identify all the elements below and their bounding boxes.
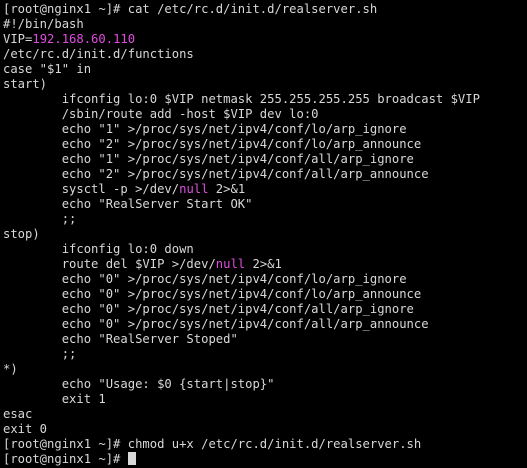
- output-line: /sbin/route add -host $VIP dev lo:0: [3, 107, 527, 122]
- output-line: echo "2" >/proc/sys/net/ipv4/conf/all/ar…: [3, 167, 527, 182]
- output-line: exit 0: [3, 422, 527, 437]
- output-line: echo "0" >/proc/sys/net/ipv4/conf/all/ar…: [3, 317, 527, 332]
- text-segment: ;;: [3, 212, 77, 226]
- output-line: echo "RealServer Stoped": [3, 332, 527, 347]
- text-segment: route del $VIP >/dev/: [3, 257, 216, 271]
- output-line: echo "1" >/proc/sys/net/ipv4/conf/all/ar…: [3, 152, 527, 167]
- output-line: start): [3, 77, 527, 92]
- output-line: /etc/rc.d/init.d/functions: [3, 47, 527, 62]
- text-segment: [root@nginx1 ~]# chmod u+x /etc/rc.d/ini…: [3, 437, 422, 451]
- text-segment: echo "1" >/proc/sys/net/ipv4/conf/all/ar…: [3, 152, 414, 166]
- text-segment: sysctl -p >/dev/: [3, 182, 180, 196]
- text-segment: echo "2" >/proc/sys/net/ipv4/conf/lo/arp…: [3, 137, 422, 151]
- text-segment: case "$1" in: [3, 62, 92, 76]
- text-cursor[interactable]: [127, 452, 136, 465]
- output-line: echo "1" >/proc/sys/net/ipv4/conf/lo/arp…: [3, 122, 527, 137]
- output-line: echo "0" >/proc/sys/net/ipv4/conf/all/ar…: [3, 302, 527, 317]
- terminal-output: [root@nginx1 ~]# cat /etc/rc.d/init.d/re…: [3, 2, 527, 467]
- output-line: echo "2" >/proc/sys/net/ipv4/conf/lo/arp…: [3, 137, 527, 152]
- text-segment: esac: [3, 407, 33, 421]
- text-segment: [root@nginx1 ~]#: [3, 452, 128, 466]
- output-line: exit 1: [3, 392, 527, 407]
- text-segment: echo "0" >/proc/sys/net/ipv4/conf/lo/arp…: [3, 287, 422, 301]
- output-line: case "$1" in: [3, 62, 527, 77]
- output-line: echo "0" >/proc/sys/net/ipv4/conf/lo/arp…: [3, 287, 527, 302]
- text-segment: echo "0" >/proc/sys/net/ipv4/conf/all/ar…: [3, 317, 429, 331]
- text-segment: echo "1" >/proc/sys/net/ipv4/conf/lo/arp…: [3, 122, 407, 136]
- text-segment: exit 0: [3, 422, 48, 436]
- text-segment: ifconfig lo:0 $VIP netmask 255.255.255.2…: [3, 92, 480, 106]
- text-segment: *): [3, 362, 18, 376]
- text-segment: echo "0" >/proc/sys/net/ipv4/conf/lo/arp…: [3, 272, 407, 286]
- output-line: ;;: [3, 212, 527, 227]
- terminal-window[interactable]: [root@nginx1 ~]# cat /etc/rc.d/init.d/re…: [0, 0, 527, 468]
- text-segment: echo "0" >/proc/sys/net/ipv4/conf/all/ar…: [3, 302, 414, 316]
- text-segment: stop): [3, 227, 40, 241]
- output-line: route del $VIP >/dev/null 2>&1: [3, 257, 527, 272]
- text-segment: echo "Usage: $0 {start|stop}": [3, 377, 275, 391]
- highlighted-token: null: [215, 257, 246, 271]
- text-segment: VIP=: [3, 32, 33, 46]
- text-segment: echo "RealServer Stoped": [3, 332, 238, 346]
- output-line: stop): [3, 227, 527, 242]
- text-segment: echo "RealServer Start OK": [3, 197, 253, 211]
- text-segment: #!/bin/bash: [3, 17, 84, 31]
- text-segment: 2>&1: [208, 182, 246, 196]
- text-segment: [root@nginx1 ~]# cat /etc/rc.d/init.d/re…: [3, 2, 378, 16]
- output-line: echo "RealServer Start OK": [3, 197, 527, 212]
- output-line: sysctl -p >/dev/null 2>&1: [3, 182, 527, 197]
- text-segment: ifconfig lo:0 down: [3, 242, 194, 256]
- highlighted-token: 192.168.60.110: [32, 32, 136, 46]
- output-line: echo "Usage: $0 {start|stop}": [3, 377, 527, 392]
- text-segment: ;;: [3, 347, 77, 361]
- text-segment: echo "2" >/proc/sys/net/ipv4/conf/all/ar…: [3, 167, 429, 181]
- output-line: echo "0" >/proc/sys/net/ipv4/conf/lo/arp…: [3, 272, 527, 287]
- output-line: ;;: [3, 347, 527, 362]
- prompt-line: [root@nginx1 ~]#: [3, 452, 527, 467]
- output-line: ifconfig lo:0 $VIP netmask 255.255.255.2…: [3, 92, 527, 107]
- text-segment: 2>&1: [245, 257, 282, 271]
- text-segment: /sbin/route add -host $VIP dev lo:0: [3, 107, 319, 121]
- output-line: VIP=192.168.60.110: [3, 32, 527, 47]
- output-line: #!/bin/bash: [3, 17, 527, 32]
- highlighted-token: null: [179, 182, 209, 196]
- text-segment: start): [3, 77, 48, 91]
- prompt-line: [root@nginx1 ~]# chmod u+x /etc/rc.d/ini…: [3, 437, 527, 452]
- prompt-line: [root@nginx1 ~]# cat /etc/rc.d/init.d/re…: [3, 2, 527, 17]
- text-segment: exit 1: [3, 392, 106, 406]
- output-line: *): [3, 362, 527, 377]
- output-line: esac: [3, 407, 527, 422]
- text-segment: /etc/rc.d/init.d/functions: [3, 47, 194, 61]
- output-line: ifconfig lo:0 down: [3, 242, 527, 257]
